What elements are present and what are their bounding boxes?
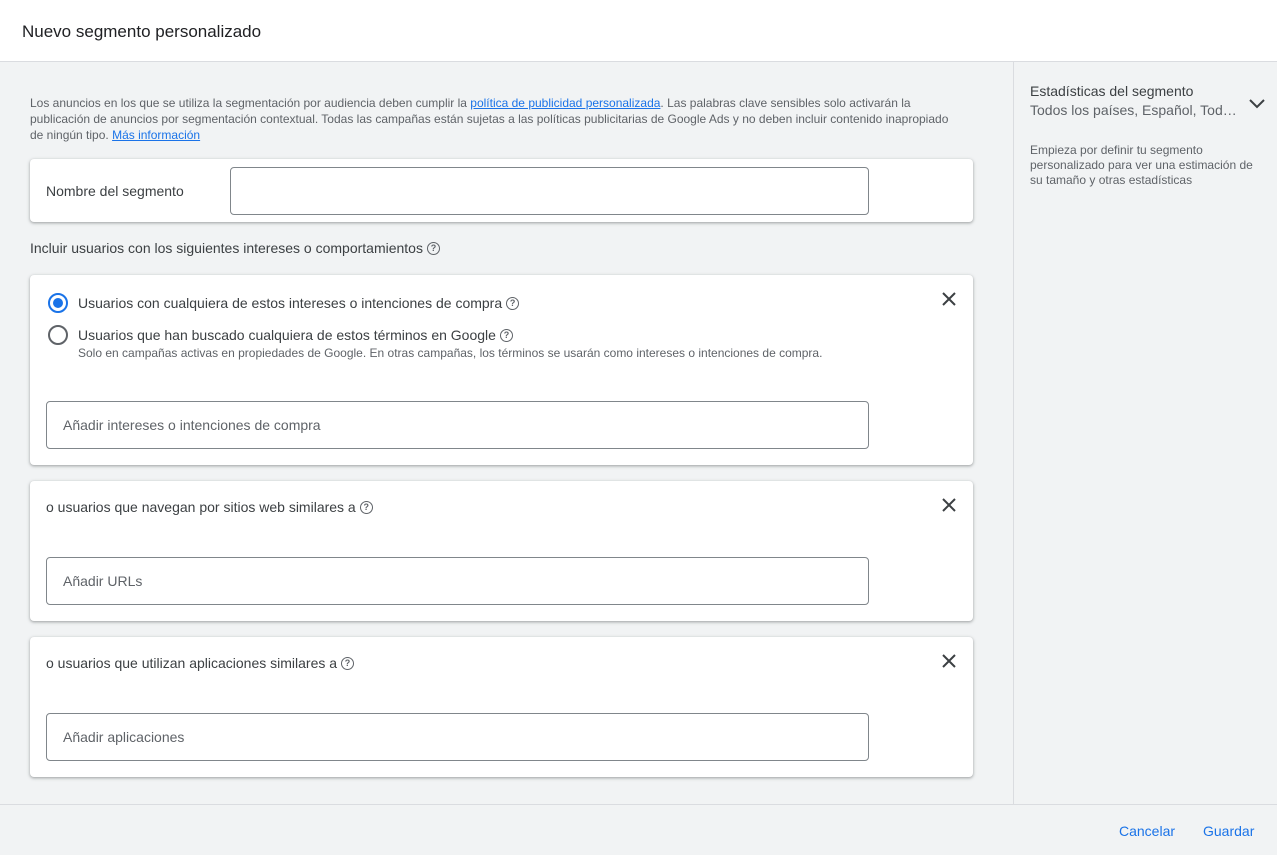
interests-card: Usuarios con cualquiera de estos interes… [30, 275, 973, 465]
save-button[interactable]: Guardar [1203, 823, 1254, 839]
segment-name-card: Nombre del segmento [30, 159, 973, 222]
help-icon[interactable]: ? [506, 296, 520, 310]
policy-notice: Los anuncios en los que se utiliza la se… [30, 95, 965, 143]
interests-input[interactable] [46, 401, 869, 449]
apps-label: o usuarios que utilizan aplicaciones sim… [46, 655, 355, 671]
segment-name-input[interactable] [230, 167, 869, 215]
segment-stats-title: Estadísticas del segmento [1030, 83, 1194, 99]
apps-card: o usuarios que utilizan aplicaciones sim… [30, 637, 973, 777]
apps-input[interactable] [46, 713, 869, 761]
notice-text-before: Los anuncios en los que se utiliza la se… [30, 96, 471, 110]
dialog-footer: Cancelar Guardar [0, 804, 1277, 855]
option-search-terms-text: Usuarios que han buscado cualquiera de e… [78, 327, 496, 343]
search-terms-note: Solo en campañas activas en propiedades … [78, 346, 823, 360]
help-icon[interactable]: ? [341, 656, 355, 670]
segment-name-label: Nombre del segmento [46, 183, 184, 199]
radio-interests[interactable] [48, 293, 68, 313]
close-icon[interactable] [937, 649, 961, 673]
urls-input[interactable] [46, 557, 869, 605]
option-interests-text: Usuarios con cualquiera de estos interes… [78, 295, 503, 311]
apps-text: o usuarios que utilizan aplicaciones sim… [46, 655, 338, 671]
policy-link[interactable]: política de publicidad personalizada [470, 96, 660, 110]
cancel-button[interactable]: Cancelar [1119, 823, 1175, 839]
main-panel: Los anuncios en los que se utiliza la se… [0, 62, 1013, 804]
segment-stats-description: Empieza por definir tu segmento personal… [1030, 143, 1253, 187]
websites-card: o usuarios que navegan por sitios web si… [30, 481, 973, 621]
close-icon[interactable] [937, 287, 961, 311]
help-icon[interactable]: ? [359, 500, 373, 514]
option-interests-label: Usuarios con cualquiera de estos interes… [78, 295, 520, 311]
close-icon[interactable] [937, 493, 961, 517]
page-title: Nuevo segmento personalizado [22, 22, 262, 41]
segment-stats-header[interactable]: Estadísticas del segmento Todos los país… [1030, 83, 1266, 118]
include-users-label: Incluir usuarios con los siguientes inte… [30, 240, 440, 256]
more-info-link[interactable]: Más información [112, 128, 200, 142]
help-icon[interactable]: ? [499, 328, 513, 342]
websites-text: o usuarios que navegan por sitios web si… [46, 499, 356, 515]
segment-stats-panel: Estadísticas del segmento Todos los país… [1013, 62, 1277, 804]
option-search-terms-label: Usuarios que han buscado cualquiera de e… [78, 327, 513, 343]
include-users-text: Incluir usuarios con los siguientes inte… [30, 240, 423, 256]
help-icon[interactable]: ? [426, 241, 440, 255]
websites-label: o usuarios que navegan por sitios web si… [46, 499, 373, 515]
chevron-down-icon[interactable] [1248, 97, 1266, 115]
radio-search-terms[interactable] [48, 325, 68, 345]
dialog-header: Nuevo segmento personalizado [0, 0, 1277, 62]
segment-stats-subtitle: Todos los países, Español, Tod… [1030, 102, 1237, 118]
